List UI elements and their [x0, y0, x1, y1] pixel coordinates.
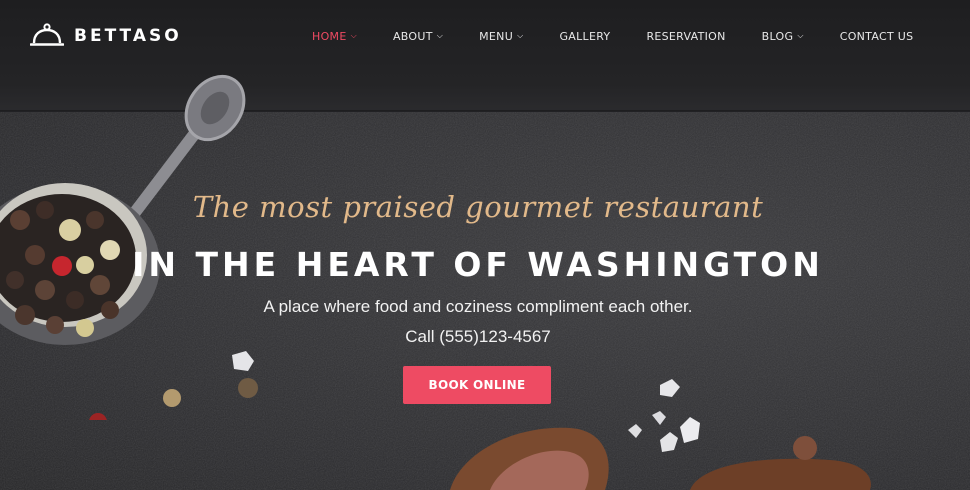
nav-item-about[interactable]: ABOUT ⌵ [393, 30, 443, 43]
nav-item-home[interactable]: HOME ⌵ [312, 30, 357, 43]
nav-item-contact-us[interactable]: CONTACT US [840, 30, 914, 43]
brand-name: BETTASO [74, 26, 182, 46]
nav-item-menu[interactable]: MENU ⌵ [479, 30, 523, 43]
chevron-down-icon: ⌵ [350, 30, 357, 40]
main-nav: HOME ⌵ ABOUT ⌵ MENU ⌵ GALLERY RESERVATIO… [312, 30, 913, 43]
hero-phone[interactable]: Call (555)123-4567 [0, 327, 956, 347]
nav-label: HOME [312, 30, 347, 43]
site-header: BETTASO HOME ⌵ ABOUT ⌵ MENU ⌵ GALLERY RE… [0, 0, 970, 78]
nav-label: MENU [479, 30, 514, 43]
salt-crystals-image [652, 379, 700, 443]
logo[interactable]: BETTASO [30, 20, 182, 52]
hero-tagline: The most praised gourmet restaurant [192, 190, 764, 224]
nav-label: GALLERY [559, 30, 611, 43]
book-online-button[interactable]: BOOK ONLINE [403, 366, 551, 404]
nav-label: ABOUT [392, 30, 433, 43]
page: BETTASO HOME ⌵ ABOUT ⌵ MENU ⌵ GALLERY RE… [0, 0, 970, 490]
chevron-down-icon: ⌵ [436, 30, 444, 40]
nav-label: RESERVATION [646, 30, 726, 43]
nav-item-reservation[interactable]: RESERVATION [646, 30, 725, 43]
nav-item-gallery[interactable]: GALLERY [559, 30, 610, 43]
hero-subline: A place where food and coziness complime… [263, 297, 693, 316]
nav-label: BLOG [761, 30, 794, 43]
nav-label: CONTACT US [839, 30, 914, 43]
cloche-icon [30, 23, 64, 46]
chevron-down-icon: ⌵ [797, 30, 804, 40]
nav-item-blog[interactable]: BLOG ⌵ [762, 30, 804, 43]
hero-headline: IN THE HEART OF WASHINGTON [132, 245, 824, 284]
chevron-down-icon: ⌵ [517, 30, 524, 40]
